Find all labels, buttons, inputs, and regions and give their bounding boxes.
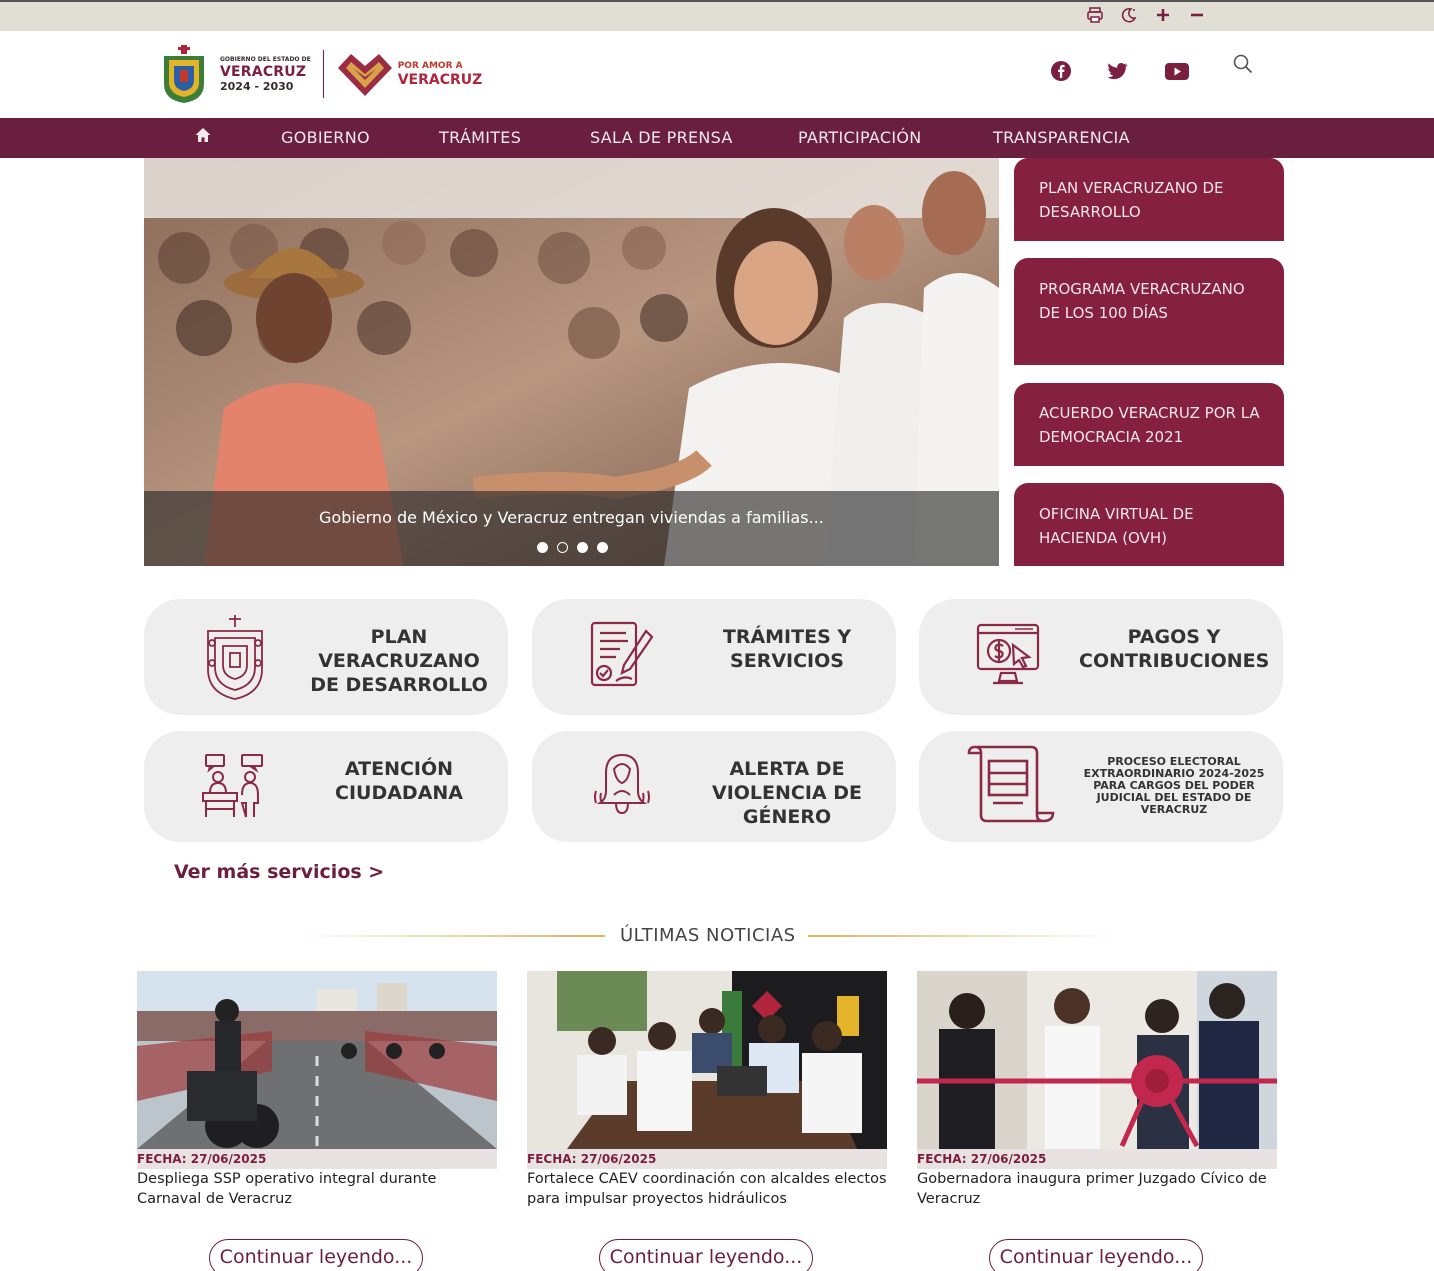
service-label: PLAN VERACRUZANO DE DESARROLLO [310,626,488,696]
gov-small-text: GOBIERNO DEL ESTADO DE [220,55,311,63]
news-image[interactable] [527,971,887,1149]
nav-item-tramites[interactable]: TRÁMITES [439,118,521,158]
search-icon[interactable] [1232,53,1254,75]
news-image[interactable] [917,971,1277,1149]
form-signing-icon [590,621,654,687]
por-amor-logo-icon [337,54,392,96]
carousel-dot-2[interactable] [557,542,568,553]
carousel-dots [537,542,608,553]
nav-item-transparencia[interactable]: TRANSPARENCIA [993,118,1130,158]
logo-divider [322,50,324,98]
carousel-dot-3[interactable] [577,542,588,553]
service-card-atencion-ciudadana[interactable]: ATENCIÓN CIUDADANA [144,731,508,842]
gov-state-name: VERACRUZ [220,63,307,80]
nav-item-participacion[interactable]: PARTICIPACIÓN [798,118,922,158]
continue-reading-button[interactable]: Continuar leyendo... [989,1239,1203,1271]
online-payment-icon [976,623,1040,685]
side-button-oficina-virtual-hacienda[interactable]: OFICINA VIRTUAL DE HACIENDA (OVH) [1014,483,1284,566]
news-title[interactable]: Fortalece CAEV coordinación con alcaldes… [527,1169,887,1209]
youtube-icon[interactable] [1164,59,1190,83]
service-label: PAGOS Y CONTRIBUCIONES [1079,626,1270,672]
por-amor-big: VERACRUZ [397,71,483,88]
news-title[interactable]: Despliega SSP operativo integral durante… [137,1169,497,1209]
service-label: ATENCIÓN CIUDADANA [335,758,463,804]
header-line-left [295,935,605,937]
news-section-header: ÚLTIMAS NOTICIAS [0,924,1434,948]
side-button-plan-veracruzano[interactable]: PLAN VERACRUZANO DE DESARROLLO [1014,158,1284,241]
state-shield-icon [207,615,263,700]
alarm-bell-woman-icon [594,753,650,815]
service-card-plan-veracruzano[interactable]: PLAN VERACRUZANO DE DESARROLLO [144,599,508,715]
news-date: FECHA: 27/06/2025 [917,1149,1277,1169]
por-amor-wordmark: POR AMOR A VERACRUZ [397,60,483,88]
main-navigation: GOBIERNO TRÁMITES SALA DE PRENSA PARTICI… [0,118,1434,158]
service-card-tramites[interactable]: TRÁMITES Y SERVICIOS [532,599,896,715]
service-card-alerta-violencia[interactable]: ALERTA DE VIOLENCIA DE GÉNERO [532,731,896,842]
carousel-dot-4[interactable] [597,542,608,553]
utility-bar [0,0,1434,31]
gov-years: 2024 - 2030 [220,79,294,93]
side-button-programa-100-dias[interactable]: PROGRAMA VERACRUZANO DE LOS 100 DÍAS [1014,258,1284,365]
facebook-icon[interactable] [1049,59,1073,83]
continue-reading-button[interactable]: Continuar leyendo... [209,1239,423,1271]
news-card: FECHA: 27/06/2025 Despliega SSP operativ… [137,971,497,1271]
service-card-pagos[interactable]: PAGOS Y CONTRIBUCIONES [919,599,1283,715]
continue-reading-button[interactable]: Continuar leyendo... [599,1239,813,1271]
home-icon[interactable] [194,118,212,158]
zoom-in-icon[interactable] [1154,6,1172,24]
news-date: FECHA: 27/06/2025 [527,1149,887,1169]
hero-caption[interactable]: Gobierno de México y Veracruz entregan v… [319,508,824,527]
news-card: FECHA: 27/06/2025 Gobernadora inaugura p… [917,971,1277,1271]
hero-caption-bar: Gobierno de México y Veracruz entregan v… [144,491,999,566]
news-card: FECHA: 27/06/2025 Fortalece CAEV coordin… [527,971,887,1271]
government-wordmark: GOBIERNO DEL ESTADO DE VERACRUZ 2024 - 2… [220,55,311,93]
dark-mode-icon[interactable] [1120,6,1138,24]
twitter-icon[interactable] [1105,59,1129,83]
government-logo[interactable]: GOBIERNO DEL ESTADO DE VERACRUZ 2024 - 2… [160,44,482,104]
service-label: ALERTA DE VIOLENCIA DE GÉNERO [712,758,862,828]
zoom-out-icon[interactable] [1188,6,1206,24]
service-label: PROCESO ELECTORAL EXTRAORDINARIO 2024-20… [1083,755,1265,816]
more-services-link[interactable]: Ver más servicios > [174,861,384,883]
utility-icons [1086,6,1206,24]
header-line-right [808,935,1118,937]
carousel-dot-1[interactable] [537,542,548,553]
nav-item-sala-de-prensa[interactable]: SALA DE PRENSA [590,118,733,158]
state-coat-of-arms-icon [164,45,204,103]
news-title[interactable]: Gobernadora inaugura primer Juzgado Cívi… [917,1169,1277,1209]
service-desk-icon [202,754,263,818]
news-section-title: ÚLTIMAS NOTICIAS [620,925,796,946]
side-button-acuerdo-democracia[interactable]: ACUERDO VERACRUZ POR LA DEMOCRACIA 2021 [1014,383,1284,466]
nav-item-gobierno[interactable]: GOBIERNO [281,118,370,158]
service-card-proceso-electoral[interactable]: PROCESO ELECTORAL EXTRAORDINARIO 2024-20… [919,731,1283,842]
service-label: TRÁMITES Y SERVICIOS [722,626,852,672]
news-image[interactable] [137,971,497,1149]
por-amor-small: POR AMOR A [397,60,463,71]
print-icon[interactable] [1086,6,1104,24]
scroll-document-icon [967,745,1055,823]
news-date: FECHA: 27/06/2025 [137,1149,497,1169]
site-header: GOBIERNO DEL ESTADO DE VERACRUZ 2024 - 2… [0,31,1434,118]
hero-carousel[interactable]: Gobierno de México y Veracruz entregan v… [144,158,999,566]
